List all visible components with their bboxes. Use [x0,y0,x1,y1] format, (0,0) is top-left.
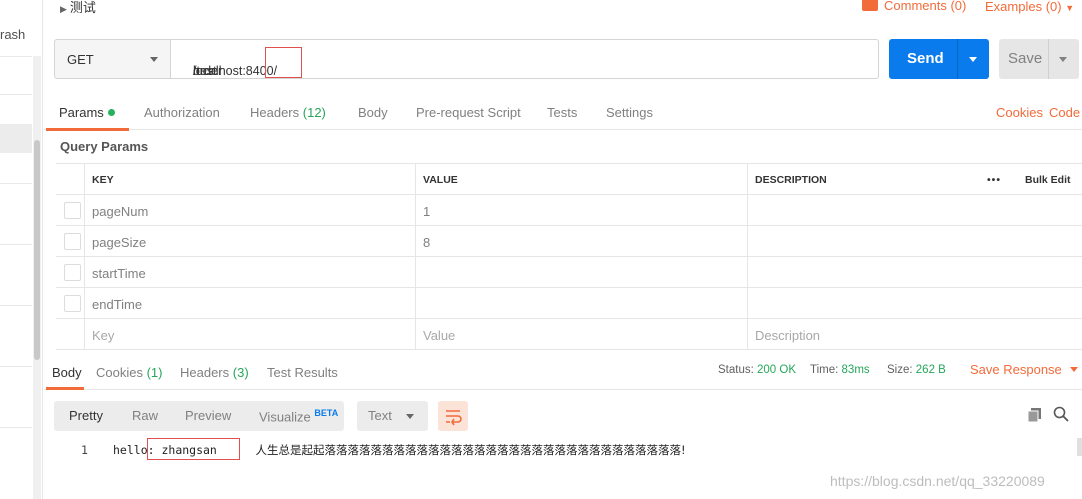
size-info[interactable]: Size: 262 B [887,364,946,376]
row-checkbox[interactable] [64,202,81,219]
send-options-icon[interactable] [969,57,977,62]
save-response-button[interactable]: Save Response [970,362,1078,377]
tab-tests[interactable]: Tests [547,105,577,120]
params-active-dot [107,109,115,116]
format-selector: Pretty Raw Preview Visualize BETA [54,401,344,431]
line-number: 1 [81,443,88,457]
tab-body[interactable]: Body [358,105,388,120]
param-key-cell[interactable]: endTime [84,288,415,319]
new-description-input[interactable]: Description [747,319,1082,350]
sidebar-scroll-thumb[interactable] [34,140,40,360]
param-description-cell[interactable] [747,257,1082,288]
copy-icon[interactable] [1027,407,1043,423]
editor-scrollbar[interactable] [1077,438,1082,456]
format-raw[interactable]: Raw [132,408,158,423]
save-divider [1048,39,1049,79]
send-button[interactable]: Send [889,39,989,79]
tab-response-cookies[interactable]: Cookies (1) [96,365,162,380]
send-divider [957,39,958,79]
format-preview[interactable]: Preview [185,408,231,423]
param-key-cell[interactable]: pageSize [84,226,415,257]
params-table: KEY VALUE DESCRIPTION ••• Bulk Edit page… [56,163,1082,350]
sidebar-divider [0,427,32,428]
method-select[interactable]: GET [54,39,171,79]
sidebar-divider [0,56,32,57]
code-link[interactable]: Code [1049,105,1080,120]
param-description-cell[interactable] [747,195,1082,226]
query-params-title: Query Params [60,139,149,154]
param-description-cell[interactable] [747,288,1082,319]
row-checkbox[interactable] [64,233,81,250]
param-value-cell[interactable]: 8 [415,226,747,257]
param-value-cell[interactable] [415,257,747,288]
param-value-cell[interactable]: 1 [415,195,747,226]
sidebar-divider [0,305,32,306]
tab-settings[interactable]: Settings [606,105,653,120]
watermark: https://blog.csdn.net/qq_33220089 [830,473,1045,489]
response-highlight-box [147,438,240,460]
request-name[interactable]: ▶ 测试 [60,0,96,16]
active-tab-underline [46,128,129,131]
header-key: KEY [84,164,415,195]
status-info: Status: 200 OK [718,364,797,376]
sidebar-divider [0,183,32,184]
method-label: GET [67,52,94,67]
more-options-icon[interactable]: ••• [987,174,1001,186]
save-button[interactable]: Save [999,39,1079,79]
chevron-down-icon [406,414,414,419]
bulk-edit-link[interactable]: Bulk Edit [1025,174,1071,186]
format-pretty[interactable]: Pretty [69,408,103,423]
chevron-down-icon [150,57,158,62]
sidebar-trash-label[interactable]: rash [0,27,25,42]
param-key-cell[interactable]: startTime [84,257,415,288]
sidebar-divider [0,244,32,245]
header-value: VALUE [415,164,747,195]
tab-response-body[interactable]: Body [52,365,82,380]
table-row: pageSize 8 [56,226,1082,257]
new-key-input[interactable]: Key [84,319,415,350]
table-row: endTime [56,288,1082,319]
param-value-cell[interactable] [415,288,747,319]
caret-right-icon: ▶ [60,4,67,14]
param-key-cell[interactable]: pageNum [84,195,415,226]
param-description-cell[interactable] [747,226,1082,257]
url-highlight-box [265,47,302,78]
wrap-icon [446,410,462,426]
tab-pre-request-script[interactable]: Pre-request Script [416,105,521,120]
time-info[interactable]: Time: 83ms [810,364,870,376]
row-checkbox[interactable] [64,264,81,281]
chevron-down-icon [1069,367,1078,372]
params-header-row: KEY VALUE DESCRIPTION ••• Bulk Edit [56,164,1082,195]
tab-params[interactable]: Params [59,105,115,120]
request-tabs: Params Authorization Headers (12) Body P… [44,97,1082,130]
save-label: Save [1008,50,1043,67]
caret-down-icon: ▼ [1065,3,1075,13]
tab-test-results[interactable]: Test Results [267,365,338,380]
language-select[interactable]: Text [357,401,428,431]
comment-icon [862,0,878,11]
sidebar-divider [0,366,32,367]
sidebar: rash [0,0,43,499]
tab-response-headers[interactable]: Headers (3) [180,365,249,380]
format-visualize[interactable]: Visualize BETA [259,408,338,424]
tab-headers[interactable]: Headers (12) [250,105,326,120]
table-row: startTime [56,257,1082,288]
new-param-row: Key Value Description [56,319,1082,350]
sidebar-divider [0,94,32,95]
cookies-link[interactable]: Cookies [996,105,1043,120]
new-value-input[interactable]: Value [415,319,747,350]
tab-authorization[interactable]: Authorization [144,105,220,120]
table-row: pageNum 1 [56,195,1082,226]
examples-dropdown[interactable]: Examples (0) ▼ [985,0,1074,14]
comments-button[interactable]: Comments (0) [862,0,966,13]
response-tab-underline [46,387,84,390]
search-icon[interactable] [1053,406,1069,422]
save-options-icon[interactable] [1059,57,1067,62]
sidebar-selected-item[interactable] [0,124,32,153]
row-checkbox[interactable] [64,295,81,312]
send-label: Send [907,50,944,67]
wrap-lines-button[interactable] [438,401,468,431]
